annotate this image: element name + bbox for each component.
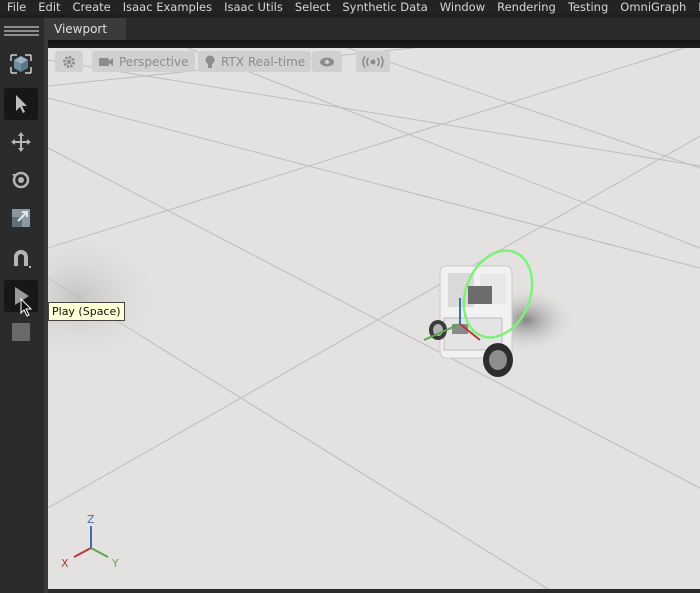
stop-button[interactable] [4,316,38,348]
stop-icon [12,323,30,341]
menu-window[interactable]: Window [440,1,485,13]
snap-tool[interactable] [4,242,38,274]
camera-button[interactable]: Perspective [92,51,195,72]
menu-bar: File Edit Create Isaac Examples Isaac Utils S… [0,0,700,14]
select-arrow-icon [16,95,27,113]
viewport-settings-button[interactable] [55,51,83,72]
menu-edit[interactable]: Edit [38,1,60,13]
select-tool[interactable] [4,88,38,120]
robot-model [429,265,513,377]
camera-icon [99,57,113,66]
menu-omnigraph[interactable]: OmniGraph [620,1,686,13]
menu-create[interactable]: Create [73,1,111,13]
toolbar-grip[interactable] [4,26,39,36]
snap-magnet-icon [14,250,31,268]
rotate-tool[interactable] [4,164,38,196]
viewport-scene[interactable]: Perspective RTX Real-time Z X Y [48,48,700,589]
lightbulb-icon [205,55,215,68]
gear-icon [63,55,75,68]
menu-testing[interactable]: Testing [568,1,608,13]
viewport-tab-bar: Viewport [48,18,700,40]
mouse-cursor-icon [20,298,33,317]
axis-y-label: Y [112,557,119,570]
cube-icon [10,54,32,74]
world-axis-gizmo [73,526,109,558]
create-prim-tool[interactable] [4,48,38,80]
menu-isaac-utils[interactable]: Isaac Utils [224,1,283,13]
viewport-canvas [48,48,700,589]
live-sync-button[interactable] [356,51,390,72]
left-toolbar [0,18,44,593]
menu-select[interactable]: Select [295,1,330,13]
scale-tool[interactable] [4,202,38,234]
axis-z-label: Z [87,513,95,526]
renderer-button[interactable]: RTX Real-time [198,51,312,72]
rotate-icon [12,171,30,189]
visibility-button[interactable] [312,51,342,72]
camera-label: Perspective [119,54,189,69]
viewport-bottom-border [48,589,700,593]
axis-x-label: X [61,557,69,570]
tab-viewport[interactable]: Viewport [48,18,126,40]
eye-icon [320,57,334,66]
renderer-label: RTX Real-time [221,54,306,69]
menu-file[interactable]: File [7,1,26,13]
menu-rendering[interactable]: Rendering [497,1,556,13]
menu-isaac-examples[interactable]: Isaac Examples [123,1,212,13]
play-tooltip: Play (Space) [48,302,125,321]
menu-synthetic-data[interactable]: Synthetic Data [342,1,427,13]
broadcast-icon [362,55,384,68]
move-icon [11,132,31,152]
tab-viewport-label: Viewport [54,22,108,36]
move-tool[interactable] [4,126,38,158]
scale-icon [12,209,30,227]
